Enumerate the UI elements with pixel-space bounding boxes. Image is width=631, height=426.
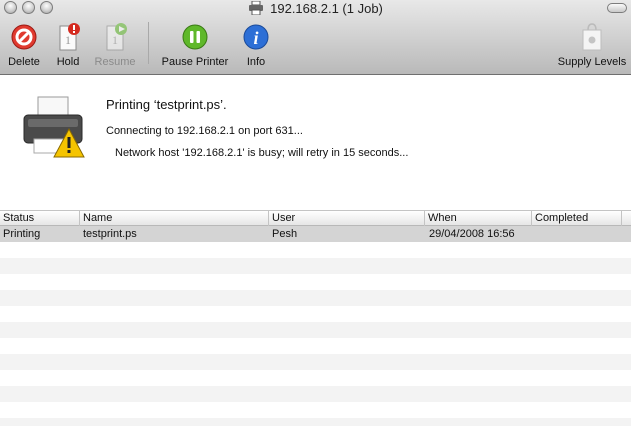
window-title: 192.168.2.1 (1 Job): [0, 0, 631, 19]
hold-icon: 1: [52, 22, 84, 52]
resume-label: Resume: [94, 56, 136, 68]
empty-row: [0, 290, 631, 306]
table-header: Status Name User When Completed: [0, 210, 631, 226]
cell-when: 29/04/2008 16:56: [429, 228, 515, 240]
empty-row: [0, 306, 631, 322]
empty-row: [0, 242, 631, 258]
toolbar-separator: [148, 22, 149, 64]
hold-label: Hold: [56, 56, 80, 68]
resume-icon: 1: [99, 22, 131, 52]
window-title-text: 192.168.2.1 (1 Job): [270, 1, 383, 16]
empty-row: [0, 370, 631, 386]
supply-levels-button[interactable]: Supply Levels: [556, 22, 628, 69]
column-header-user[interactable]: User: [269, 211, 425, 226]
svg-text:i: i: [253, 28, 258, 48]
toolbar-toggle-button[interactable]: [607, 3, 627, 13]
empty-row: [0, 274, 631, 290]
resume-button[interactable]: 1 Resume: [92, 22, 138, 69]
table-body: Printing testprint.ps Pesh 29/04/2008 16…: [0, 226, 631, 426]
table-row[interactable]: Printing testprint.ps Pesh 29/04/2008 16…: [0, 226, 631, 242]
pause-icon: [179, 22, 211, 52]
empty-row: [0, 338, 631, 354]
print-queue-window: 192.168.2.1 (1 Job) Delete 1 Hold 1 Resu…: [0, 0, 631, 426]
hold-button[interactable]: 1 Hold: [52, 22, 84, 69]
column-header-status[interactable]: Status: [0, 211, 80, 226]
info-label: Info: [246, 56, 266, 68]
svg-text:1: 1: [112, 33, 118, 47]
network-status-text: Network host '192.168.2.1' is busy; will…: [115, 147, 409, 159]
empty-row: [0, 322, 631, 338]
column-header-completed[interactable]: Completed: [532, 211, 622, 226]
printer-icon: [248, 0, 264, 19]
cell-name: testprint.ps: [83, 228, 137, 240]
connection-status-text: Connecting to 192.168.2.1 on port 631...: [106, 125, 303, 137]
column-header-name[interactable]: Name: [80, 211, 269, 226]
delete-icon: [8, 22, 40, 52]
empty-row: [0, 258, 631, 274]
job-status-text: Printing ‘testprint.ps’.: [106, 97, 227, 112]
info-icon: i: [240, 22, 272, 52]
column-header-when[interactable]: When: [425, 211, 532, 226]
delete-button[interactable]: Delete: [5, 22, 43, 69]
empty-row: [0, 402, 631, 418]
toolbar-area: 192.168.2.1 (1 Job) Delete 1 Hold 1 Resu…: [0, 0, 631, 75]
cell-user: Pesh: [272, 228, 298, 240]
job-table: Status Name User When Completed Printing…: [0, 210, 631, 426]
pause-printer-button[interactable]: Pause Printer: [158, 22, 232, 69]
delete-label: Delete: [8, 56, 40, 68]
svg-text:1: 1: [65, 33, 71, 47]
supply-bag-icon: [576, 22, 608, 52]
empty-row: [0, 386, 631, 402]
printer-warning-icon: [22, 95, 88, 166]
printer-status-area: Printing ‘testprint.ps’. Connecting to 1…: [0, 75, 631, 208]
cell-status: Printing: [3, 228, 41, 240]
supply-levels-label: Supply Levels: [557, 56, 627, 68]
info-button[interactable]: i Info: [240, 22, 272, 69]
pause-printer-label: Pause Printer: [161, 56, 229, 68]
cell-completed: [532, 226, 622, 242]
empty-row: [0, 354, 631, 370]
empty-row: [0, 418, 631, 426]
